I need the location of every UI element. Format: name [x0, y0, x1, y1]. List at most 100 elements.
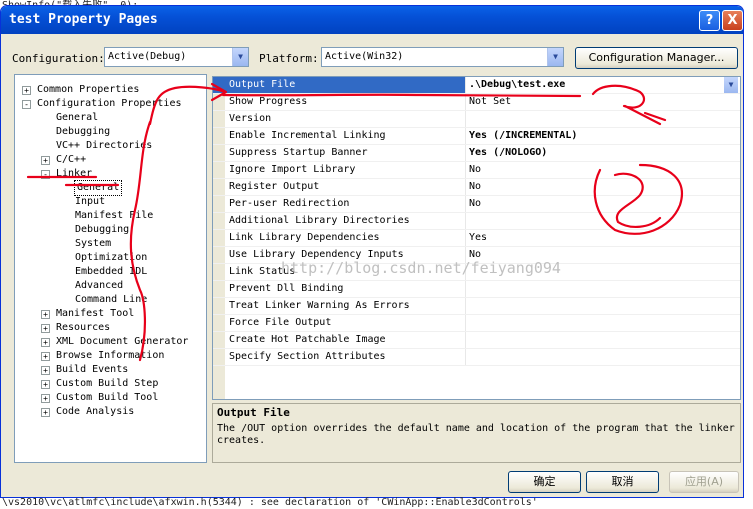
expand-icon[interactable]: +	[41, 366, 50, 375]
expand-icon[interactable]: +	[41, 408, 50, 417]
column-separator	[465, 162, 466, 178]
expand-icon[interactable]: +	[41, 352, 50, 361]
tree-item[interactable]: General	[56, 111, 98, 125]
tree-item[interactable]: Configuration Properties	[37, 97, 182, 111]
property-name: Version	[229, 113, 272, 124]
property-name: Suppress Startup Banner	[229, 147, 368, 158]
property-row[interactable]: Force File Output	[213, 315, 740, 332]
tree-item[interactable]: Code Analysis	[56, 405, 134, 419]
chevron-down-icon[interactable]: ▼	[232, 48, 248, 66]
expand-icon[interactable]: +	[41, 156, 50, 165]
property-name: Register Output	[229, 181, 320, 192]
property-name: Per-user Redirection	[229, 198, 350, 209]
column-separator	[465, 94, 466, 110]
property-value: Yes (/NOLOGO)	[469, 147, 548, 158]
property-value: Yes (/INCREMENTAL)	[469, 130, 578, 141]
column-separator	[465, 349, 466, 365]
tree-item[interactable]: VC++ Directories	[56, 139, 152, 153]
property-value: No	[469, 181, 482, 192]
tree-item[interactable]: XML Document Generator	[56, 335, 188, 349]
tree-item[interactable]: Linker	[56, 167, 92, 181]
property-name: Force File Output	[229, 317, 332, 328]
expand-icon[interactable]: +	[41, 324, 50, 333]
tree-item[interactable]: Debugging	[56, 125, 110, 139]
tree-item[interactable]: Manifest File	[75, 209, 153, 223]
expand-icon[interactable]: +	[41, 394, 50, 403]
configuration-manager-button[interactable]: Configuration Manager...	[575, 47, 738, 69]
help-button[interactable]: ?	[699, 10, 720, 31]
platform-label: Platform:	[259, 52, 319, 65]
expand-icon[interactable]: +	[41, 380, 50, 389]
tree-item[interactable]: Custom Build Step	[56, 377, 158, 391]
property-row[interactable]: Additional Library Directories	[213, 213, 740, 230]
property-pages-dialog: test Property Pages ? X Configuration: A…	[0, 5, 744, 498]
property-name: Link Library Dependencies	[229, 232, 380, 243]
property-value[interactable]: .\Debug\test.exe	[469, 79, 565, 90]
property-row[interactable]: Show Progress Not Set	[213, 94, 740, 111]
property-row[interactable]: Per-user Redirection No	[213, 196, 740, 213]
tree-item[interactable]: Custom Build Tool	[56, 391, 158, 405]
property-row[interactable]: Output File .\Debug\test.exe ▼	[213, 77, 740, 94]
configuration-label: Configuration:	[12, 52, 105, 65]
collapse-icon[interactable]: -	[22, 100, 31, 109]
column-separator	[465, 332, 466, 348]
tree-item[interactable]: Embedded IDL	[75, 265, 147, 279]
tree-item[interactable]: Input	[75, 195, 105, 209]
property-row[interactable]: Enable Incremental Linking Yes (/INCREMEN…	[213, 128, 740, 145]
tree-item[interactable]: Debugging	[75, 223, 129, 237]
tree-item[interactable]: Optimization	[75, 251, 147, 265]
column-separator	[465, 230, 466, 246]
chevron-down-icon[interactable]: ▼	[724, 77, 738, 93]
property-row[interactable]: Specify Section Attributes	[213, 349, 740, 366]
property-row[interactable]: Treat Linker Warning As Errors	[213, 298, 740, 315]
property-name: Output File	[229, 79, 296, 90]
tree-item[interactable]: Build Events	[56, 363, 128, 377]
property-row[interactable]: Suppress Startup Banner Yes (/NOLOGO)	[213, 145, 740, 162]
property-row[interactable]: Link Library Dependencies Yes	[213, 230, 740, 247]
ok-button[interactable]: 确定	[508, 471, 581, 493]
collapse-icon[interactable]: -	[41, 170, 50, 179]
tree-item[interactable]: General	[73, 180, 123, 196]
column-separator	[465, 315, 466, 331]
tree-item[interactable]: Command Line	[75, 293, 147, 307]
property-row[interactable]: Create Hot Patchable Image	[213, 332, 740, 349]
property-grid[interactable]: Output File .\Debug\test.exe ▼ Show Progres…	[212, 76, 741, 400]
column-separator	[465, 145, 466, 161]
platform-select[interactable]: Active(Win32) ▼	[321, 47, 564, 67]
chevron-down-icon[interactable]: ▼	[547, 48, 563, 66]
expand-icon[interactable]: +	[41, 310, 50, 319]
tree-item[interactable]: Resources	[56, 321, 110, 335]
cancel-button[interactable]: 取消	[586, 471, 659, 493]
description-panel: Output File The /OUT option overrides th…	[212, 403, 741, 463]
expand-icon[interactable]: +	[41, 338, 50, 347]
property-name: Specify Section Attributes	[229, 351, 386, 362]
window-title: test Property Pages	[9, 12, 158, 27]
tree-item[interactable]: Manifest Tool	[56, 307, 134, 321]
property-name: Enable Incremental Linking	[229, 130, 386, 141]
expand-icon[interactable]: +	[22, 86, 31, 95]
configuration-select[interactable]: Active(Debug) ▼	[104, 47, 249, 67]
tree-item[interactable]: System	[75, 237, 111, 251]
apply-button[interactable]: 应用(A)	[669, 471, 739, 493]
property-row[interactable]: Ignore Import Library No	[213, 162, 740, 179]
property-name: Show Progress	[229, 96, 308, 107]
property-value: No	[469, 198, 482, 209]
tree-item[interactable]: Browse Information	[56, 349, 164, 363]
column-separator	[465, 196, 466, 212]
background-code-bottom: \vs2010\vc\atlmfc\include\afxwin.h(5344)…	[2, 497, 538, 508]
property-row[interactable]: Register Output No	[213, 179, 740, 196]
property-name: Ignore Import Library	[229, 164, 356, 175]
property-name: Create Hot Patchable Image	[229, 334, 386, 345]
property-tree[interactable]: + Common Properties - Configuration Propert…	[14, 74, 207, 463]
property-row[interactable]: Version	[213, 111, 740, 128]
column-separator	[465, 281, 466, 297]
property-name: Prevent Dll Binding	[229, 283, 344, 294]
property-row[interactable]: Prevent Dll Binding	[213, 281, 740, 298]
close-button[interactable]: X	[722, 10, 743, 31]
column-separator	[465, 213, 466, 229]
tree-item[interactable]: C/C++	[56, 153, 86, 167]
tree-item[interactable]: Common Properties	[37, 83, 139, 97]
configuration-value: Active(Debug)	[108, 51, 187, 62]
tree-item[interactable]: Advanced	[75, 279, 123, 293]
column-separator	[465, 179, 466, 195]
